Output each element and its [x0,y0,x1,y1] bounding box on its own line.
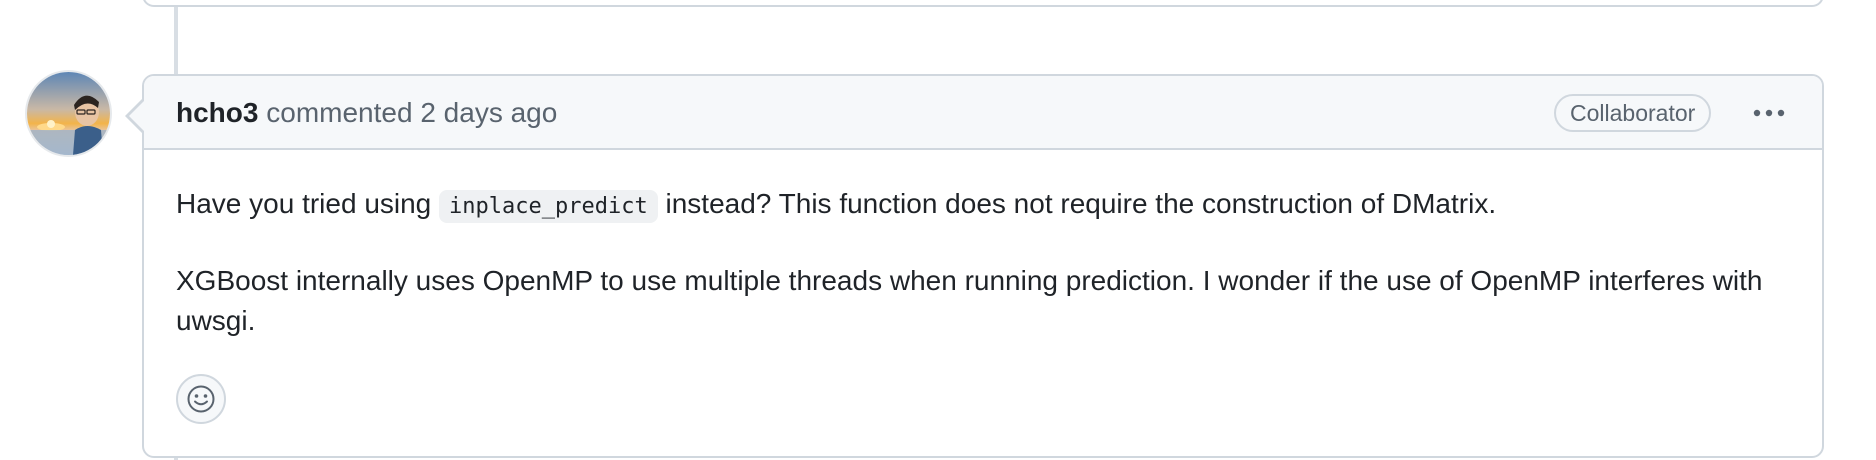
comment-header: hcho3 commented 2 days ago Collaborator [125,76,1822,150]
comment-timestamp[interactable]: 2 days ago [420,97,557,128]
inline-code: inplace_predict [439,190,658,223]
comment-meta: hcho3 commented 2 days ago [176,96,557,130]
author-link[interactable]: hcho3 [176,97,258,128]
collaborator-badge: Collaborator [1554,94,1712,132]
previous-comment-box [142,0,1824,7]
comment-paragraph-2: XGBoost internally uses OpenMP to use mu… [176,265,1763,336]
comment-action: commented [266,97,413,128]
more-options-button[interactable] [1744,96,1794,130]
timeline-view: hcho3 commented 2 days ago Collaborator … [0,0,1876,460]
comment-paragraph-1: Have you tried using inplace_predict ins… [176,184,1796,227]
comment-box: hcho3 commented 2 days ago Collaborator … [125,74,1824,458]
smiley-icon [187,385,215,413]
add-reaction-button[interactable] [176,374,226,424]
comment-body: Have you tried using inplace_predict ins… [176,184,1796,375]
avatar-image [27,72,110,155]
kebab-horizontal-icon [1753,109,1785,117]
avatar[interactable] [27,72,110,155]
